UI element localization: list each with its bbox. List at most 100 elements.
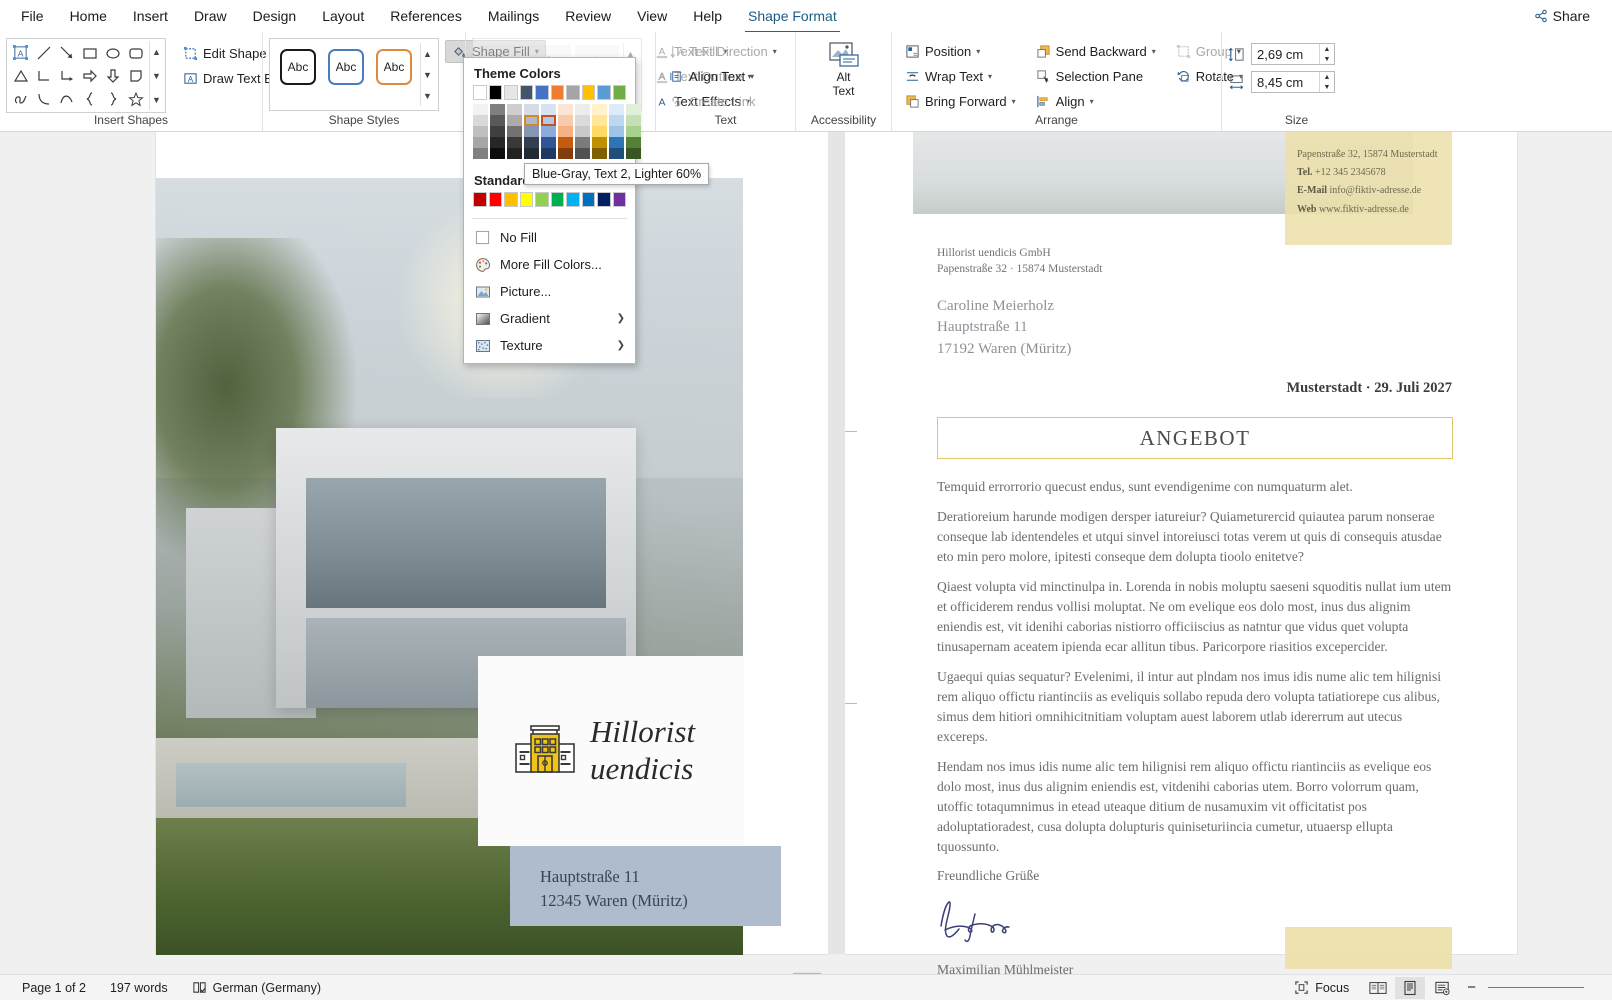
- shape-oval-icon[interactable]: [101, 41, 124, 64]
- theme-variant[interactable]: [575, 126, 590, 137]
- theme-variant[interactable]: [490, 126, 505, 137]
- create-link-button[interactable]: Create Link: [662, 90, 784, 113]
- text-direction-button[interactable]: A Text Direction ▾: [662, 40, 784, 63]
- shape-rectangle-icon[interactable]: [78, 41, 101, 64]
- shape-style-thumb-1[interactable]: Abc: [276, 45, 320, 89]
- theme-variant-col-blue[interactable]: [541, 104, 556, 159]
- theme-variant[interactable]: [524, 137, 539, 148]
- theme-variant[interactable]: [558, 126, 573, 137]
- align-text-button[interactable]: Align Text ▾: [662, 65, 784, 88]
- logo-card[interactable]: Hillorist uendicis: [478, 656, 744, 846]
- document-page-2[interactable]: Papenstraße 32, 15874 Musterstadt Tel. +…: [845, 132, 1517, 974]
- stepper-up-icon[interactable]: ▲: [1320, 44, 1334, 54]
- standard-swatch-purple[interactable]: [612, 192, 626, 207]
- theme-swatch-green[interactable]: [612, 85, 626, 100]
- theme-variant[interactable]: [626, 104, 641, 115]
- menu-item-more-fill-colors[interactable]: More Fill Colors...: [464, 251, 635, 278]
- theme-variant[interactable]: [609, 148, 624, 159]
- status-proofing[interactable]: German (Germany): [180, 980, 333, 995]
- alt-text-button[interactable]: Alt Text: [814, 38, 874, 102]
- theme-variant[interactable]: [575, 115, 590, 126]
- shape-folded-corner-icon[interactable]: [124, 64, 147, 87]
- theme-variant[interactable]: [541, 148, 556, 159]
- tab-review[interactable]: Review: [552, 2, 624, 30]
- tab-layout[interactable]: Layout: [309, 2, 377, 30]
- theme-variant-col-light-blue[interactable]: [609, 104, 624, 159]
- theme-swatch-black[interactable]: [488, 85, 502, 100]
- status-word-count[interactable]: 197 words: [98, 981, 180, 995]
- shape-down-arrow-icon[interactable]: [101, 64, 124, 87]
- tab-mailings[interactable]: Mailings: [475, 2, 552, 30]
- theme-colors-variant-grid[interactable]: [464, 100, 641, 165]
- shape-rounded-rect-icon[interactable]: [124, 41, 147, 64]
- tab-home[interactable]: Home: [57, 2, 120, 30]
- theme-swatch-gold[interactable]: [581, 85, 595, 100]
- theme-variant[interactable]: [541, 126, 556, 137]
- menu-item-picture[interactable]: Picture...: [464, 278, 635, 305]
- gallery-scroll-down-icon[interactable]: ▼: [421, 64, 434, 85]
- standard-swatch-light-blue[interactable]: [566, 192, 580, 207]
- shapes-gallery[interactable]: A ▲ ▼ ▼: [6, 38, 166, 113]
- theme-variant-col-black[interactable]: [490, 104, 505, 159]
- shape-elbow-arrow-icon[interactable]: [55, 64, 78, 87]
- theme-variant[interactable]: [524, 148, 539, 159]
- theme-variant[interactable]: [490, 148, 505, 159]
- zoom-slider-track[interactable]: [1488, 987, 1584, 988]
- theme-variant-col-gold[interactable]: [592, 104, 607, 159]
- menu-item-texture[interactable]: Texture ❯: [464, 332, 635, 359]
- menu-item-gradient[interactable]: Gradient ❯: [464, 305, 635, 332]
- theme-variant[interactable]: [473, 137, 488, 148]
- theme-variant[interactable]: [626, 148, 641, 159]
- theme-variant[interactable]: [626, 115, 641, 126]
- theme-variant[interactable]: [490, 115, 505, 126]
- address-text-box-shape[interactable]: Hauptstraße 11 12345 Waren (Müritz): [510, 846, 781, 926]
- shape-arrow-line-icon[interactable]: [55, 41, 78, 64]
- theme-variant[interactable]: [592, 137, 607, 148]
- zoom-control[interactable]: −: [1459, 979, 1602, 996]
- shape-right-arrow-icon[interactable]: [78, 64, 101, 87]
- shape-width-stepper[interactable]: ▲ ▼: [1319, 72, 1334, 92]
- theme-variant[interactable]: [609, 115, 624, 126]
- bring-forward-button[interactable]: Bring Forward ▾: [898, 90, 1023, 113]
- status-page-indicator[interactable]: Page 1 of 2: [10, 981, 98, 995]
- theme-variant[interactable]: [524, 126, 539, 137]
- shape-height-stepper[interactable]: ▲ ▼: [1319, 44, 1334, 64]
- tab-draw[interactable]: Draw: [181, 2, 240, 30]
- gallery-expand-icon[interactable]: ▼: [421, 85, 434, 106]
- theme-variant[interactable]: [575, 148, 590, 159]
- standard-swatch-dark-red[interactable]: [473, 192, 487, 207]
- shape-style-thumb-3[interactable]: Abc: [372, 45, 416, 89]
- theme-variant[interactable]: [626, 126, 641, 137]
- theme-variant[interactable]: [592, 115, 607, 126]
- shape-arc-icon[interactable]: [32, 87, 55, 110]
- tab-view[interactable]: View: [624, 2, 680, 30]
- theme-variant[interactable]: [541, 137, 556, 148]
- shape-right-brace-icon[interactable]: [101, 87, 124, 110]
- theme-variant[interactable]: [490, 104, 505, 115]
- print-layout-button[interactable]: [1395, 976, 1426, 999]
- gallery-expand-icon[interactable]: ▼: [150, 89, 163, 110]
- standard-colors-row[interactable]: [464, 192, 635, 213]
- shape-styles-gallery[interactable]: Abc Abc Abc ▲ ▼ ▼: [269, 38, 439, 111]
- tab-help[interactable]: Help: [680, 2, 735, 30]
- shape-fill-dropdown[interactable]: Theme Colors Standard No Fill More Fill …: [463, 57, 641, 364]
- subject-box[interactable]: ANGEBOT: [937, 417, 1453, 459]
- theme-variant[interactable]: [473, 148, 488, 159]
- standard-swatch-yellow[interactable]: [519, 192, 533, 207]
- theme-variant[interactable]: [558, 137, 573, 148]
- position-button[interactable]: Position ▾: [898, 40, 1023, 63]
- theme-variant-col-blue-gray[interactable]: [524, 104, 539, 159]
- theme-variant[interactable]: [558, 115, 573, 126]
- theme-swatch-light-gray[interactable]: [504, 85, 518, 100]
- theme-variant[interactable]: [507, 137, 522, 148]
- tab-file[interactable]: File: [8, 2, 57, 30]
- tab-references[interactable]: References: [377, 2, 475, 30]
- theme-variant[interactable]: [507, 104, 522, 115]
- theme-variant[interactable]: [592, 126, 607, 137]
- shape-triangle-icon[interactable]: [9, 64, 32, 87]
- align-button[interactable]: Align ▾: [1029, 90, 1163, 113]
- theme-variant[interactable]: [558, 148, 573, 159]
- tab-insert[interactable]: Insert: [120, 2, 181, 30]
- theme-variant[interactable]: [575, 104, 590, 115]
- tab-design[interactable]: Design: [240, 2, 310, 30]
